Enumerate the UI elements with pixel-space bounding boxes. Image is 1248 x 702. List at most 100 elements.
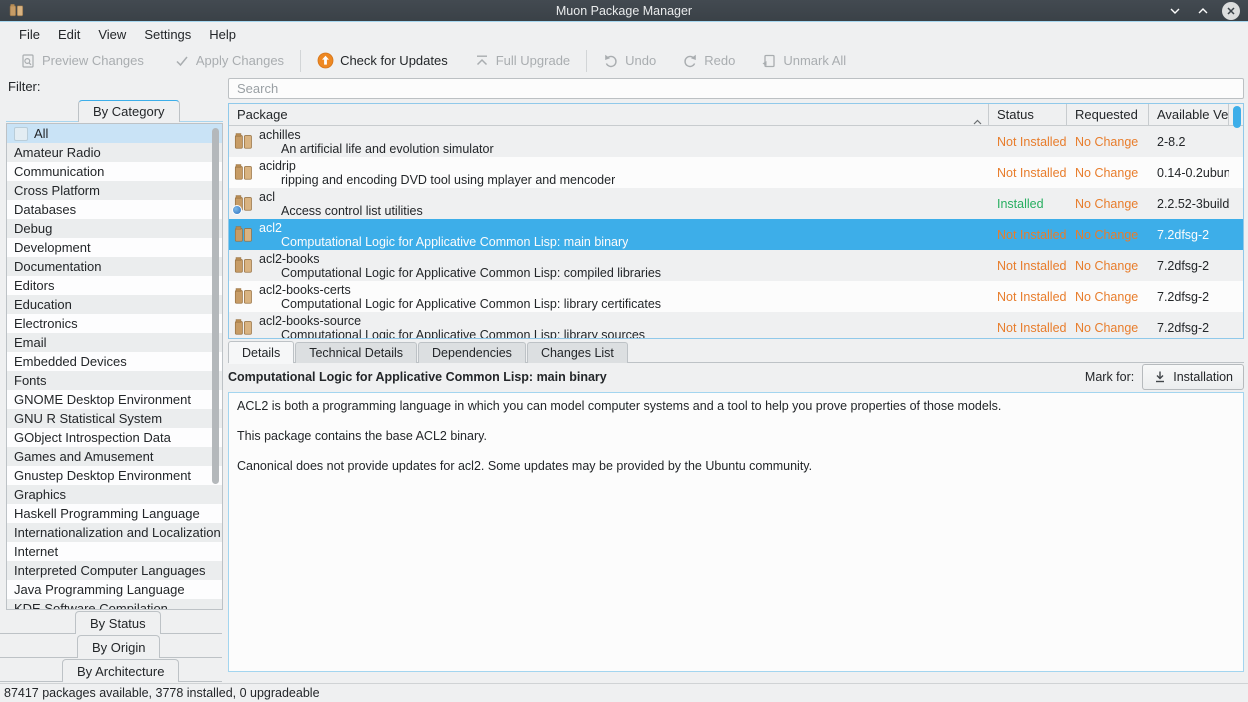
category-list-item[interactable]: Gnustep Desktop Environment	[7, 466, 222, 485]
package-icon	[234, 132, 253, 151]
package-description: Computational Logic for Applicative Comm…	[259, 266, 661, 280]
category-list-item[interactable]: Education	[7, 295, 222, 314]
sort-ascending-icon	[973, 111, 982, 125]
category-label: All	[34, 124, 48, 143]
details-tab[interactable]: Dependencies	[418, 342, 526, 363]
description-paragraph: ACL2 is both a programming language in w…	[237, 399, 1235, 414]
apply-changes-button[interactable]: Apply Changes	[166, 49, 292, 73]
apply-changes-icon	[174, 53, 190, 69]
category-list-item[interactable]: Java Programming Language	[7, 580, 222, 599]
package-name: acidrip	[259, 159, 615, 173]
table-row[interactable]: acl2-books Computational Logic for Appli…	[229, 250, 1243, 281]
tab-by-category[interactable]: By Category	[78, 100, 180, 122]
category-list-item[interactable]: Graphics	[7, 485, 222, 504]
package-requested: No Change	[1067, 290, 1149, 304]
package-requested: No Change	[1067, 135, 1149, 149]
details-tabbar: Details Technical Details Dependencies C…	[228, 342, 1244, 363]
category-label: KDE Software Compilation	[14, 601, 168, 610]
tab-by-architecture[interactable]: By Architecture	[62, 659, 179, 682]
toolbar: Preview Changes Apply Changes Check for …	[0, 46, 1248, 75]
menu-item[interactable]: Edit	[49, 24, 89, 45]
category-label: GObject Introspection Data	[14, 430, 171, 445]
table-row[interactable]: achilles An artificial life and evolutio…	[229, 126, 1243, 157]
category-list-item[interactable]: Development	[7, 238, 222, 257]
table-row[interactable]: acidrip ripping and encoding DVD tool us…	[229, 157, 1243, 188]
titlebar: Muon Package Manager	[0, 0, 1248, 22]
category-list-item[interactable]: Documentation	[7, 257, 222, 276]
package-name: achilles	[259, 128, 494, 142]
install-download-icon	[1153, 370, 1167, 384]
category-list-item[interactable]: All	[7, 124, 222, 143]
close-button[interactable]	[1222, 2, 1240, 20]
table-row[interactable]: acl2 Computational Logic for Applicative…	[229, 219, 1243, 250]
category-list-item[interactable]: Embedded Devices	[7, 352, 222, 371]
check-for-updates-button[interactable]: Check for Updates	[309, 48, 456, 73]
package-description: ripping and encoding DVD tool using mpla…	[259, 173, 615, 187]
category-list-item[interactable]: Internationalization and Localization	[7, 523, 222, 542]
category-list-item[interactable]: Electronics	[7, 314, 222, 333]
category-list-item[interactable]: Games and Amusement	[7, 447, 222, 466]
category-list-item[interactable]: Databases	[7, 200, 222, 219]
table-row[interactable]: acl Access control list utilities Instal…	[229, 188, 1243, 219]
category-scrollbar[interactable]	[212, 128, 219, 484]
category-label: Communication	[14, 164, 104, 179]
category-label: Gnustep Desktop Environment	[14, 468, 191, 483]
category-list-item[interactable]: KDE Software Compilation	[7, 599, 222, 610]
category-list-item[interactable]: Communication	[7, 162, 222, 181]
minimize-button[interactable]	[1166, 2, 1184, 20]
column-status[interactable]: Status	[989, 104, 1067, 125]
full-upgrade-button[interactable]: Full Upgrade	[466, 49, 578, 73]
tab-by-status[interactable]: By Status	[75, 611, 161, 634]
search-input[interactable]	[228, 78, 1244, 99]
category-label: GNOME Desktop Environment	[14, 392, 191, 407]
table-row[interactable]: acl2-books-certs Computational Logic for…	[229, 281, 1243, 312]
category-list-item[interactable]: Editors	[7, 276, 222, 295]
category-label: Cross Platform	[14, 183, 100, 198]
category-list-item[interactable]: Internet	[7, 542, 222, 561]
category-list-item[interactable]: GNU R Statistical System	[7, 409, 222, 428]
package-requested: No Change	[1067, 166, 1149, 180]
package-version: 7.2dfsg-2	[1149, 321, 1229, 335]
category-tabbar: By Category	[6, 100, 223, 122]
package-status: Not Installed	[989, 166, 1067, 180]
category-label: GNU R Statistical System	[14, 411, 162, 426]
category-list-item[interactable]: Debug	[7, 219, 222, 238]
redo-button[interactable]: Redo	[674, 49, 743, 73]
table-scrollbar[interactable]	[1233, 106, 1241, 128]
category-list-item[interactable]: GObject Introspection Data	[7, 428, 222, 447]
package-requested: No Change	[1067, 197, 1149, 211]
category-list-item[interactable]: Interpreted Computer Languages	[7, 561, 222, 580]
menu-item[interactable]: Help	[200, 24, 245, 45]
category-list-item[interactable]: Fonts	[7, 371, 222, 390]
category-list-item[interactable]: GNOME Desktop Environment	[7, 390, 222, 409]
menubar: File Edit View Settings Help	[0, 22, 1248, 46]
preview-changes-button[interactable]: Preview Changes	[12, 49, 152, 73]
details-tab[interactable]: Technical Details	[295, 342, 417, 363]
table-row[interactable]: acl2-books-source Computational Logic fo…	[229, 312, 1243, 339]
package-status: Not Installed	[989, 259, 1067, 273]
package-icon	[234, 287, 253, 306]
menu-item[interactable]: File	[10, 24, 49, 45]
full-upgrade-icon	[474, 53, 490, 69]
details-tab[interactable]: Changes List	[527, 342, 628, 363]
package-description: Computational Logic for Applicative Comm…	[259, 297, 661, 311]
unmark-all-button[interactable]: Unmark All	[753, 49, 854, 73]
menu-item[interactable]: View	[89, 24, 135, 45]
undo-button[interactable]: Undo	[595, 49, 664, 73]
column-available-version[interactable]: Available Version	[1149, 104, 1229, 125]
details-title: Computational Logic for Applicative Comm…	[228, 370, 1085, 384]
maximize-button[interactable]	[1194, 2, 1212, 20]
column-package[interactable]: Package	[229, 104, 989, 125]
category-list-item[interactable]: Cross Platform	[7, 181, 222, 200]
installation-button[interactable]: Installation	[1142, 364, 1244, 390]
menu-item[interactable]: Settings	[135, 24, 200, 45]
details-tab[interactable]: Details	[228, 341, 294, 363]
category-label: Debug	[14, 221, 52, 236]
category-list: All Amateur Radio Communication Cross Pl…	[6, 123, 223, 610]
category-list-item[interactable]: Haskell Programming Language	[7, 504, 222, 523]
filter-label: Filter:	[8, 79, 41, 94]
category-list-item[interactable]: Amateur Radio	[7, 143, 222, 162]
column-requested[interactable]: Requested	[1067, 104, 1149, 125]
category-list-item[interactable]: Email	[7, 333, 222, 352]
tab-by-origin[interactable]: By Origin	[77, 635, 160, 658]
